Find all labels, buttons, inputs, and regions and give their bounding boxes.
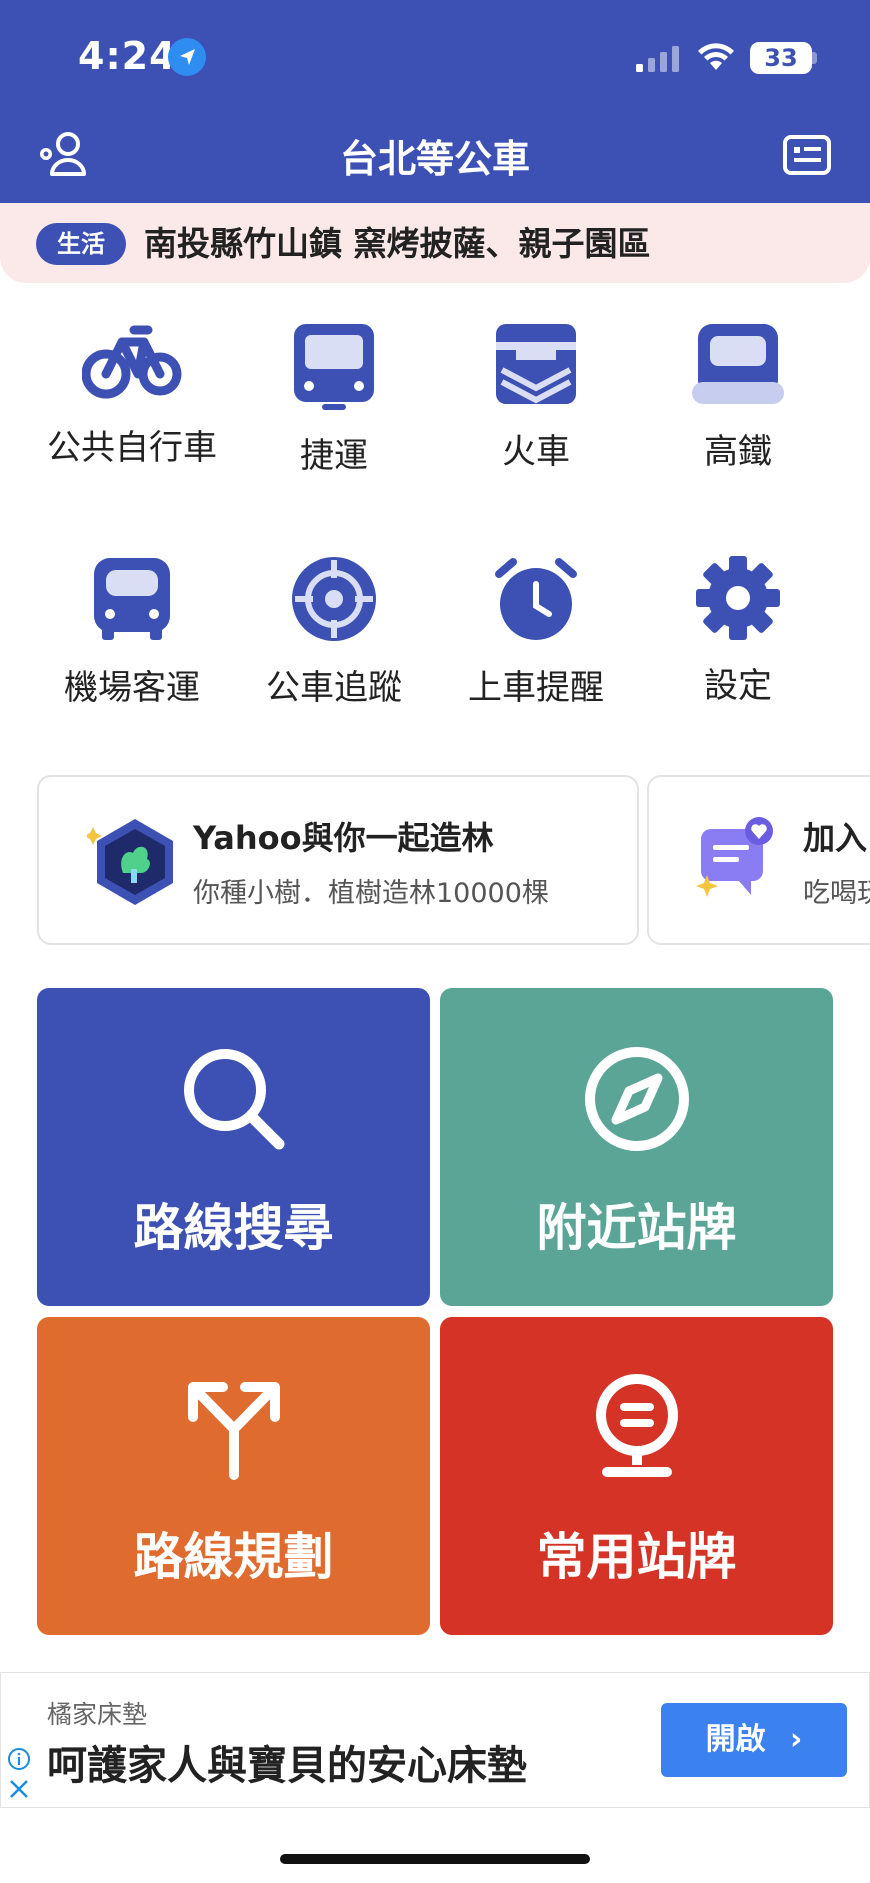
service-label: 設定 — [704, 666, 772, 706]
service-label: 高鐵 — [704, 432, 772, 472]
promo-title: Yahoo與你一起造林 — [193, 819, 494, 857]
service-label: 公車追蹤 — [266, 668, 402, 708]
route-planning-tile[interactable]: 路線規劃 — [37, 1317, 430, 1635]
banner-text: 南投縣竹山鎮 窯烤披薩、親子園區 — [144, 224, 651, 263]
banner-tag: 生活 — [36, 223, 126, 265]
battery-tip — [812, 52, 817, 64]
search-icon — [183, 1049, 284, 1150]
service-settings[interactable]: 設定 — [638, 556, 838, 707]
service-label: 上車提醒 — [468, 668, 604, 708]
promo-card-yahoo[interactable]: Yahoo與你一起造林 你種小樹．植樹造林10000棵 — [37, 775, 639, 945]
nearby-stops-tile[interactable]: 附近站牌 — [440, 988, 833, 1306]
service-label: 公共自行車 — [47, 428, 217, 468]
ad-banner[interactable]: 橘家床墊 呵護家人與寶貝的安心床墊 開啟 › — [0, 1672, 870, 1808]
app-header: 4:24 33 台北等公車 — [0, 0, 870, 203]
tree-badge-icon — [87, 819, 173, 905]
promo-card-join[interactable]: 加入 吃喝玩 — [647, 775, 870, 945]
service-bike[interactable]: 公共自行車 — [32, 322, 232, 469]
bus-tracking-icon — [292, 557, 376, 641]
home-indicator — [280, 1854, 590, 1864]
gear-icon — [696, 556, 780, 640]
news-list-icon[interactable] — [782, 134, 832, 176]
tile-label: 附近站牌 — [536, 1199, 737, 1257]
alarm-clock-icon — [495, 558, 577, 640]
page-title: 台北等公車 — [339, 137, 530, 181]
service-label: 火車 — [502, 432, 570, 472]
ad-headline: 呵護家人與寶貝的安心床墊 — [47, 1743, 527, 1789]
battery-indicator: 33 — [750, 42, 812, 74]
favorite-stops-tile[interactable]: 常用站牌 — [440, 1317, 833, 1635]
airport-bus-icon — [94, 558, 170, 640]
bicycle-icon — [82, 325, 182, 399]
promo-title: 加入 — [803, 819, 868, 857]
service-airport-bus[interactable]: 機場客運 — [32, 556, 232, 709]
service-bus-tracking[interactable]: 公車追蹤 — [234, 556, 434, 709]
service-hsr[interactable]: 高鐵 — [638, 322, 838, 473]
service-boarding-alert[interactable]: 上車提醒 — [436, 556, 636, 709]
life-banner[interactable]: 生活 南投縣竹山鎮 窯烤披薩、親子園區 — [0, 203, 870, 283]
train-icon — [496, 324, 576, 404]
ad-open-button[interactable]: 開啟 › — [661, 1703, 847, 1777]
ad-open-label: 開啟 — [705, 1722, 766, 1757]
wifi-icon — [698, 43, 734, 70]
service-label: 機場客運 — [64, 668, 200, 708]
service-label: 捷運 — [300, 436, 368, 476]
tile-label: 路線搜尋 — [133, 1199, 334, 1257]
info-icon[interactable] — [7, 1747, 31, 1771]
route-split-icon — [187, 1382, 280, 1480]
service-metro[interactable]: 捷運 — [234, 322, 434, 477]
tile-label: 路線規劃 — [133, 1528, 334, 1586]
high-speed-rail-icon — [692, 324, 784, 404]
bus-stop-icon — [595, 1374, 678, 1477]
close-icon[interactable] — [7, 1777, 31, 1801]
promo-subtitle: 吃喝玩 — [803, 878, 870, 909]
service-train[interactable]: 火車 — [436, 322, 636, 473]
route-search-tile[interactable]: 路線搜尋 — [37, 988, 430, 1306]
promo-subtitle: 你種小樹．植樹造林10000棵 — [193, 878, 549, 909]
ad-brand: 橘家床墊 — [47, 1700, 148, 1729]
chat-heart-icon — [696, 817, 773, 897]
status-time: 4:24 — [78, 34, 177, 78]
chevron-right-icon: › — [790, 1722, 803, 1757]
compass-icon — [584, 1047, 689, 1151]
tile-label: 常用站牌 — [536, 1528, 737, 1586]
metro-icon — [294, 324, 374, 410]
signal-icon — [636, 46, 679, 72]
location-arrow-icon — [168, 38, 206, 76]
